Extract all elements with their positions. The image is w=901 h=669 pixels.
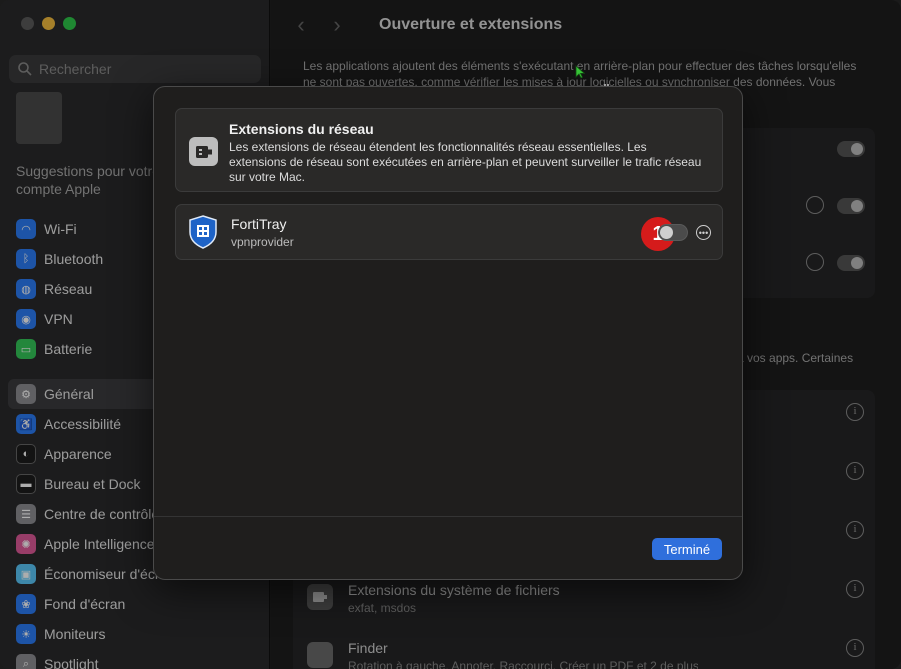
extension-icon [189, 137, 218, 166]
fortitray-shield-icon [189, 215, 217, 249]
divider [154, 516, 742, 517]
more-options-icon[interactable]: ••• [696, 225, 711, 240]
info-text: Les extensions de réseau étendent les fo… [229, 140, 702, 184]
mouse-cursor-icon [575, 65, 585, 79]
extension-subtitle: vpnprovider [231, 235, 294, 249]
info-title: Extensions du réseau [229, 121, 374, 137]
extension-name: FortiTray [231, 216, 287, 232]
extension-row-fortitray: FortiTray vpnprovider 1 ••• [175, 204, 723, 260]
done-button[interactable]: Terminé [652, 538, 722, 560]
settings-window: Suggestions pour votre compte Apple ◠ Wi… [0, 0, 901, 669]
network-extensions-info: Extensions du réseau Les extensions de r… [175, 108, 723, 192]
fortitray-toggle[interactable] [658, 224, 688, 241]
network-extensions-sheet: Extensions du réseau Les extensions de r… [153, 86, 743, 580]
